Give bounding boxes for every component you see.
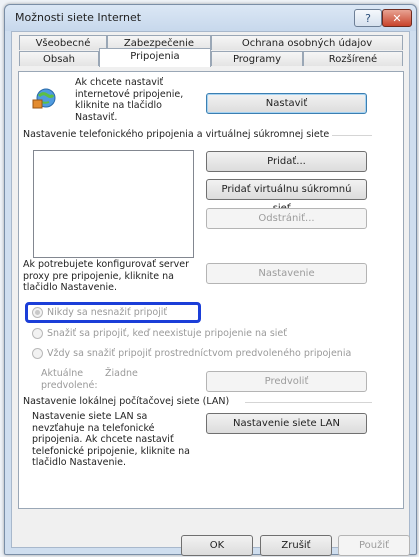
radio-always-dial[interactable] <box>32 348 43 359</box>
add-button[interactable]: Pridať... <box>206 151 367 172</box>
tab-content[interactable]: Obsah <box>19 51 99 66</box>
tab-connections[interactable]: Pripojenia <box>99 48 211 67</box>
set-default-button[interactable]: Predvoliť <box>206 371 367 392</box>
network-globe-icon <box>32 88 56 109</box>
proxy-settings-button[interactable]: Nastavenie <box>206 263 367 284</box>
tab-general[interactable]: Všeobecné <box>19 35 107 50</box>
current-default-value: Žiadne <box>105 368 138 379</box>
divider <box>245 402 372 403</box>
internet-options-dialog: Možnosti siete Internet ? ✕ Všeobecné Za… <box>4 4 417 556</box>
window-title: Možnosti siete Internet <box>15 11 142 24</box>
title-bar[interactable]: Možnosti siete Internet ? ✕ <box>5 5 416 31</box>
radio-dial-when-no-network-label: Snažiť sa pripojiť, keď neexistuje pripo… <box>47 328 288 339</box>
dialup-vpn-header: Nastavenie telefonického pripojenia a vi… <box>23 129 330 140</box>
tab-programs[interactable]: Programy <box>211 51 303 66</box>
ok-button[interactable]: OK <box>181 535 253 556</box>
tab-privacy[interactable]: Ochrana osobných údajov <box>211 35 403 50</box>
divider <box>332 135 372 136</box>
lan-header: Nastavenie lokálnej počítačovej siete (L… <box>23 396 230 407</box>
cancel-button[interactable]: Zrušiť <box>260 535 332 556</box>
connections-list[interactable] <box>33 150 194 258</box>
current-default-label: Aktuálne predvolené: <box>41 368 98 391</box>
setup-button[interactable]: Nastaviť <box>206 93 367 114</box>
radio-dial-when-no-network[interactable] <box>32 328 43 339</box>
radio-never-dial[interactable] <box>32 307 43 318</box>
apply-button[interactable]: Použiť <box>338 535 410 556</box>
close-button[interactable]: ✕ <box>382 9 412 27</box>
help-button[interactable]: ? <box>354 9 382 27</box>
radio-always-dial-label: Vždy sa snažiť pripojiť prostredníctvom … <box>47 348 352 359</box>
setup-description: Ak chcete nastaviť internetové pripojeni… <box>75 77 184 123</box>
radio-never-dial-label: Nikdy sa nesnažiť pripojiť <box>47 307 168 318</box>
connections-panel: Ak chcete nastaviť internetové pripojeni… <box>18 71 404 509</box>
dialog-content: Všeobecné Zabezpečenie Ochrana osobných … <box>11 31 410 556</box>
lan-settings-button[interactable]: Nastavenie siete LAN <box>206 413 367 434</box>
tab-advanced[interactable]: Rozšírené <box>303 51 403 66</box>
add-vpn-button[interactable]: Pridať virtuálnu súkromnú sieť... <box>206 179 367 214</box>
proxy-description: Ak potrebujete konfigurovať server proxy… <box>23 259 190 293</box>
remove-button[interactable]: Odstrániť... <box>206 208 367 229</box>
lan-description: Nastavenie siete LAN sa nevzťahuje na te… <box>32 411 190 468</box>
